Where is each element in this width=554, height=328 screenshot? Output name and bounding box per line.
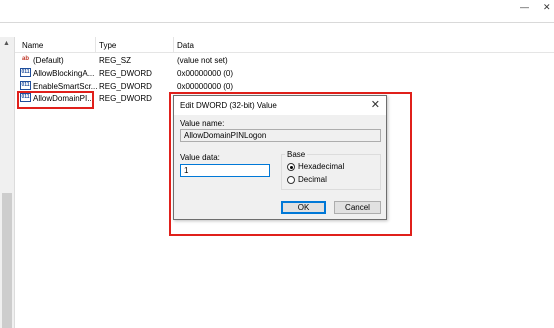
minimize-icon[interactable]: — [520,2,529,12]
value-data-label: Value data: [180,153,220,162]
value-type: REG_SZ [99,56,132,65]
decimal-label[interactable]: Decimal [298,175,327,184]
decimal-radio[interactable] [287,176,295,184]
dialog-body: Value name: AllowDomainPINLogon Value da… [174,115,386,219]
value-data-input[interactable]: 1 [180,164,270,177]
dialog-title: Edit DWORD (32-bit) Value [180,101,277,110]
value-name: (Default) [33,56,64,65]
hexadecimal-label[interactable]: Hexadecimal [298,162,344,171]
tree-pane-scrollbar[interactable]: ▲ [0,37,15,328]
value-name-label: Value name: [180,119,225,128]
ok-button[interactable]: OK [281,201,326,214]
value-type: REG_DWORD [99,82,152,91]
scroll-up-icon[interactable]: ▲ [3,40,10,47]
scrollbar-thumb[interactable] [2,193,12,328]
value-type: REG_DWORD [99,94,152,103]
cancel-button[interactable]: Cancel [334,201,381,214]
value-data: 0x00000000 (0) [177,69,234,78]
base-label: Base [285,150,308,159]
dword-value-icon: 011 [20,81,31,90]
edit-dword-dialog: Edit DWORD (32-bit) Value ✕ Value name: … [173,95,387,220]
value-name: AllowBlockingA... [33,69,95,78]
dword-value-icon: 011 [20,68,31,77]
column-header-data[interactable]: Data [177,41,194,50]
value-name: EnableSmartScr... [33,82,98,91]
list-item[interactable]: ab (Default) REG_SZ (value not set) [15,54,554,66]
close-icon[interactable]: ✕ [371,98,380,111]
value-type: REG_DWORD [99,69,152,78]
list-item[interactable]: 011 AllowBlockingA... REG_DWORD 0x000000… [15,67,554,79]
base-groupbox: Base Hexadecimal Decimal [281,150,381,190]
value-data: (value not set) [177,56,228,65]
string-value-icon: ab [21,56,29,62]
list-item[interactable]: 011 EnableSmartScr... REG_DWORD 0x000000… [15,80,554,92]
value-data: 0x00000000 (0) [177,82,234,91]
column-header-type[interactable]: Type [99,41,116,50]
value-name-field: AllowDomainPINLogon [180,129,381,142]
row-highlight-annotation [17,91,94,109]
column-header-name[interactable]: Name [22,41,43,50]
hexadecimal-radio[interactable] [287,163,295,171]
list-header: Name Type Data [15,37,554,53]
window-titlebar: — ✕ [0,0,554,23]
close-window-icon[interactable]: ✕ [543,2,551,13]
